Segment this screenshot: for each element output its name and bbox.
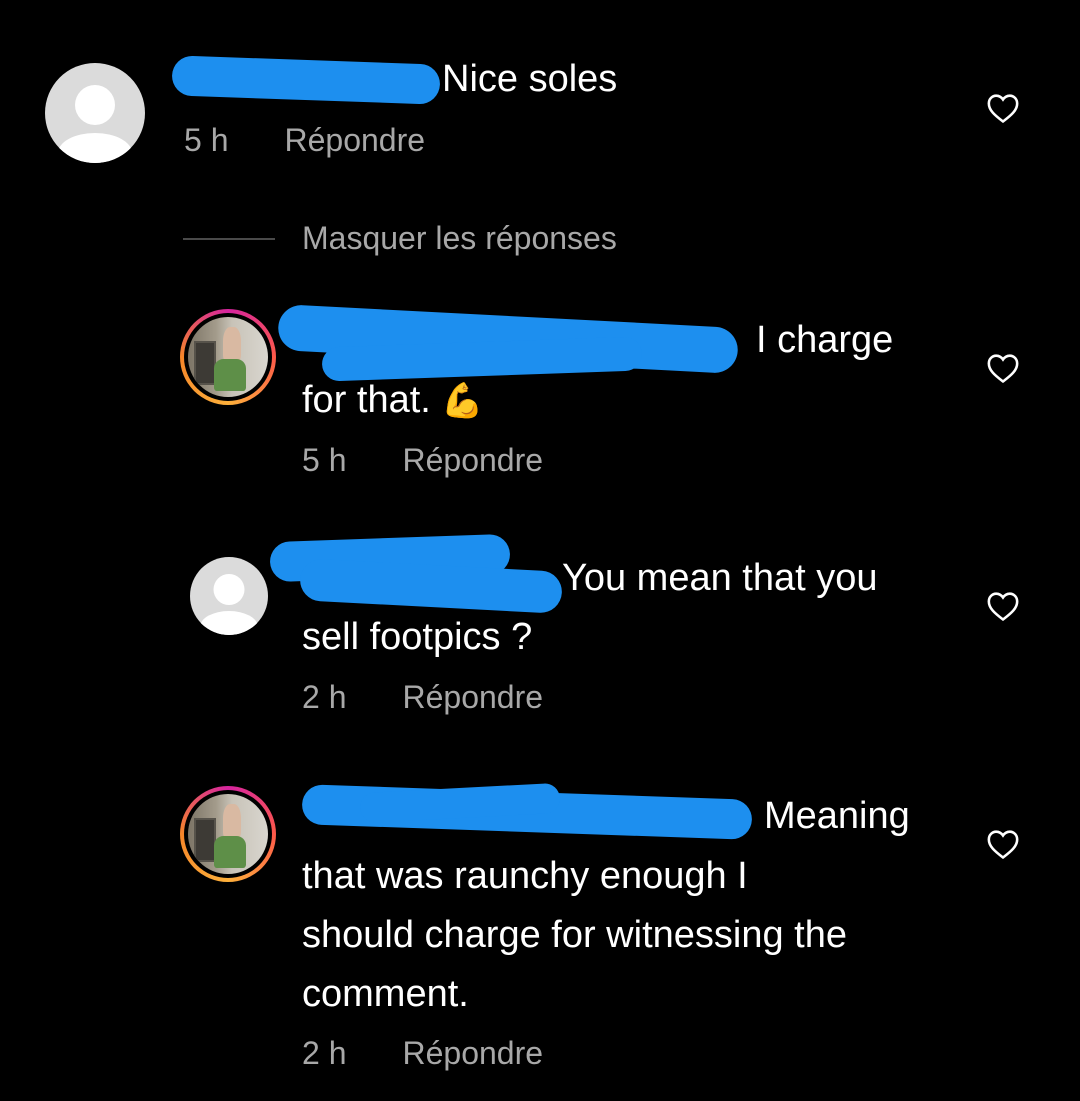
reply-button[interactable]: Répondre bbox=[402, 442, 543, 478]
comment-text: I charge bbox=[756, 319, 894, 361]
heart-outline-icon[interactable] bbox=[986, 92, 1020, 124]
comment-text: Meaning bbox=[764, 795, 910, 837]
replies-divider bbox=[183, 238, 275, 240]
comment-time: 2 h bbox=[302, 679, 347, 715]
comment-text: should charge for witnessing the bbox=[302, 914, 847, 956]
comment-time: 5 h bbox=[184, 122, 229, 158]
comment-time: 5 h bbox=[302, 442, 347, 478]
redacted-username bbox=[299, 558, 563, 614]
avatar[interactable] bbox=[180, 786, 276, 882]
comment-text: sell footpics ? bbox=[302, 616, 533, 658]
comment-text-line: for that. bbox=[302, 379, 431, 421]
comment-meta: 2 h Répondre bbox=[302, 1035, 543, 1072]
comment-time: 2 h bbox=[302, 1035, 347, 1071]
heart-outline-icon[interactable] bbox=[986, 828, 1020, 860]
heart-outline-icon[interactable] bbox=[986, 352, 1020, 384]
comment-meta: 5 h Répondre bbox=[302, 442, 543, 479]
flexed-biceps-icon: 💪 bbox=[441, 381, 484, 421]
hide-replies-button[interactable]: Masquer les réponses bbox=[302, 220, 617, 257]
comment-text: that was raunchy enough I bbox=[302, 855, 748, 897]
comment-text: for that. 💪 bbox=[302, 370, 484, 431]
comment-text: comment. bbox=[302, 973, 469, 1015]
default-avatar-icon[interactable] bbox=[190, 557, 268, 635]
comment-meta: 5 h Répondre bbox=[184, 122, 425, 159]
reply-button[interactable]: Répondre bbox=[402, 1035, 543, 1071]
comment-meta: 2 h Répondre bbox=[302, 679, 543, 716]
default-avatar-icon[interactable] bbox=[45, 63, 145, 163]
heart-outline-icon[interactable] bbox=[986, 590, 1020, 622]
reply-button[interactable]: Répondre bbox=[284, 122, 425, 158]
comment-text: Nice soles bbox=[442, 58, 618, 100]
comment-text: You mean that you bbox=[562, 557, 878, 599]
reply-button[interactable]: Répondre bbox=[402, 679, 543, 715]
redacted-username bbox=[171, 55, 441, 105]
avatar[interactable] bbox=[180, 309, 276, 405]
